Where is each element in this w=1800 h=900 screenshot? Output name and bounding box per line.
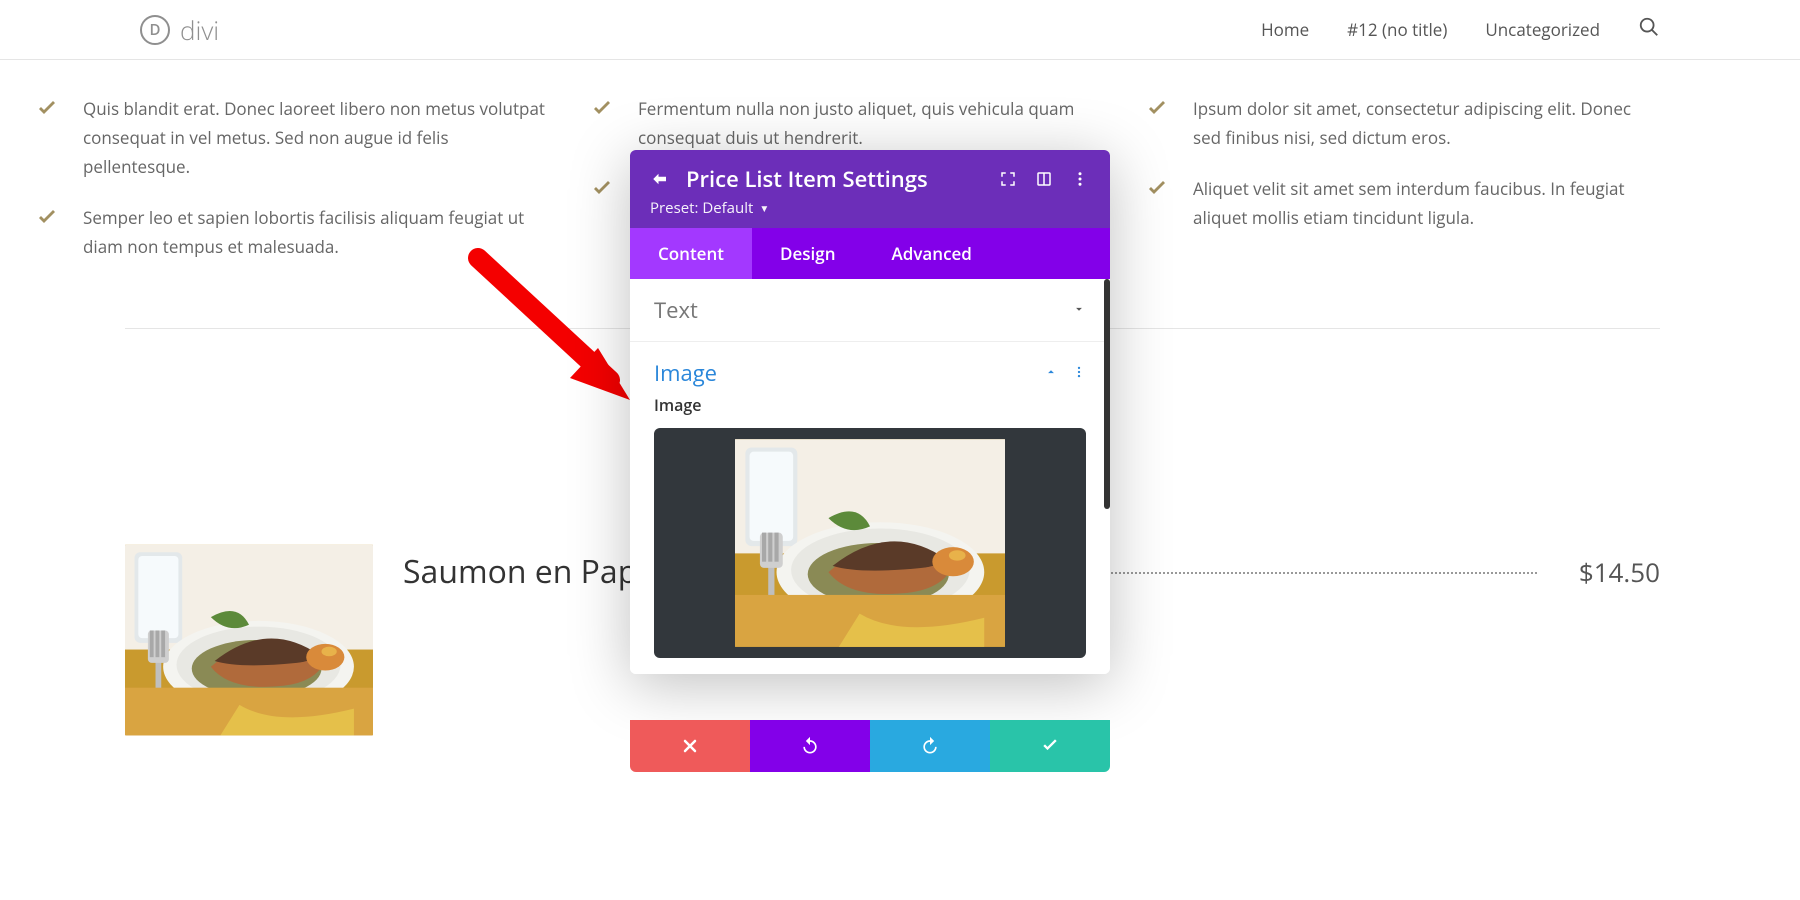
search-icon[interactable] — [1638, 16, 1660, 43]
section-image-title: Image — [654, 358, 717, 388]
preset-label: Preset: Default — [650, 198, 753, 218]
check-icon — [35, 97, 63, 182]
modal-tabs: Content Design Advanced — [630, 228, 1110, 279]
check-icon — [590, 177, 618, 206]
nav-home[interactable]: Home — [1261, 18, 1309, 41]
back-icon[interactable] — [650, 170, 670, 188]
image-field-label: Image — [654, 394, 1086, 416]
kebab-icon[interactable] — [1070, 170, 1090, 188]
blurb-text: Ipsum dolor sit amet, consectetur adipis… — [1193, 95, 1660, 153]
caret-down-icon: ▼ — [759, 201, 769, 215]
tab-design[interactable]: Design — [752, 228, 864, 279]
blurb-text: Aliquet velit sit amet sem interdum fauc… — [1193, 175, 1660, 233]
preset-dropdown[interactable]: Preset: Default ▼ — [650, 198, 1090, 218]
site-logo[interactable]: D divi — [140, 12, 219, 48]
primary-nav: Home #12 (no title) Uncategorized — [1261, 16, 1660, 43]
check-icon — [1145, 97, 1173, 153]
cancel-button[interactable] — [630, 720, 750, 772]
kebab-icon[interactable] — [1072, 362, 1086, 384]
expand-icon[interactable] — [998, 170, 1018, 188]
chevron-down-icon — [1072, 299, 1086, 321]
check-icon — [35, 206, 63, 262]
brand-text: divi — [180, 12, 219, 48]
price-item-price: $14.50 — [1579, 554, 1660, 590]
undo-button[interactable] — [750, 720, 870, 772]
price-item-image[interactable] — [125, 544, 373, 736]
image-upload-well[interactable] — [654, 428, 1086, 658]
redo-button[interactable] — [870, 720, 990, 772]
modal-header[interactable]: Price List Item Settings Preset: Default… — [630, 150, 1110, 228]
blurb-text: Fermentum nulla non justo aliquet, quis … — [638, 95, 1105, 153]
section-text-title: Text — [654, 295, 698, 325]
scrollbar[interactable] — [1104, 279, 1110, 509]
modal-title: Price List Item Settings — [686, 164, 982, 194]
save-button[interactable] — [990, 720, 1110, 772]
blurb-text: Semper leo et sapien lobortis facilisis … — [83, 204, 550, 262]
module-settings-modal: Price List Item Settings Preset: Default… — [630, 150, 1110, 674]
logo-mark-icon: D — [140, 15, 170, 45]
blurb-text: Quis blandit erat. Donec laoreet libero … — [83, 95, 550, 182]
check-icon — [1145, 177, 1173, 233]
snap-icon[interactable] — [1034, 170, 1054, 188]
price-item-title: Saumon en Papil — [403, 550, 653, 593]
modal-footer — [630, 720, 1110, 772]
nav-uncategorized[interactable]: Uncategorized — [1485, 18, 1600, 41]
chevron-up-icon — [1044, 362, 1058, 384]
tab-advanced[interactable]: Advanced — [864, 228, 1000, 279]
section-text-toggle[interactable]: Text — [654, 295, 1086, 325]
tab-content[interactable]: Content — [630, 228, 752, 279]
check-icon — [590, 97, 618, 153]
nav-no-title[interactable]: #12 (no title) — [1347, 18, 1447, 41]
section-image-toggle[interactable]: Image — [654, 358, 1086, 388]
